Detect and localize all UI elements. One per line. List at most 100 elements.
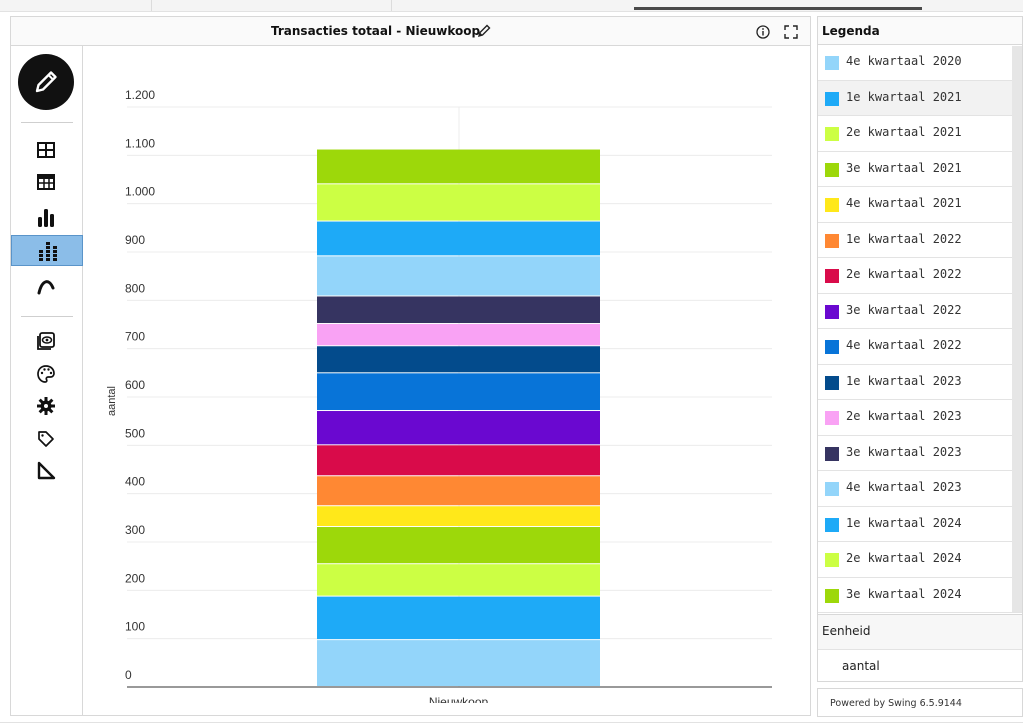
bar-segment: [317, 324, 600, 346]
horizontal-scrollbar[interactable]: [634, 7, 922, 10]
bar-segment: [317, 445, 600, 476]
legend-item[interactable]: 3e kwartaal 2022: [818, 294, 1022, 329]
y-tick-label: 700: [125, 330, 145, 344]
y-tick-label: 0: [125, 668, 132, 682]
legend-label: 1e kwartaal 2021: [846, 89, 962, 104]
legend-swatch: [825, 233, 839, 248]
legend-item[interactable]: 1e kwartaal 2024: [818, 507, 1022, 542]
y-tick-label: 800: [125, 281, 145, 295]
axis-button[interactable]: [11, 456, 83, 487]
legend-item[interactable]: 1e kwartaal 2023: [818, 365, 1022, 400]
bar-segment: [317, 296, 600, 324]
top-strip: [0, 0, 1023, 12]
legend-swatch: [825, 588, 839, 603]
legend-item[interactable]: 4e kwartaal 2023: [818, 471, 1022, 507]
bar-segment: [317, 564, 600, 596]
top-tab: [0, 0, 152, 11]
legend-item[interactable]: 2e kwartaal 2023: [818, 400, 1022, 436]
bar-chart-button[interactable]: [11, 201, 83, 232]
legend-item[interactable]: 3e kwartaal 2024: [818, 578, 1022, 613]
legend-item[interactable]: 3e kwartaal 2021: [818, 152, 1022, 187]
table-view-button[interactable]: [11, 135, 83, 166]
legend-swatch: [825, 198, 839, 212]
legend-label: 3e kwartaal 2024: [846, 586, 962, 601]
legend-swatch: [825, 127, 839, 141]
edit-button[interactable]: [18, 54, 74, 110]
y-tick-label: 900: [125, 233, 145, 247]
legend-scrollbar[interactable]: [1012, 46, 1022, 612]
palette-button[interactable]: [11, 359, 83, 390]
pivot-table-button[interactable]: [11, 167, 83, 198]
bar-chart-icon: [38, 209, 54, 227]
bar-segment: [317, 527, 600, 564]
y-tick-label: 600: [125, 378, 145, 392]
legend-label: 1e kwartaal 2023: [846, 373, 962, 388]
y-tick-label: 100: [125, 620, 145, 634]
powered-by-label: Powered by Swing 6.5.9144: [817, 688, 1023, 717]
legend-heading: Legenda: [818, 17, 1022, 45]
toolbar-divider: [21, 316, 73, 317]
table-icon: [37, 142, 55, 158]
toolbar-divider: [21, 122, 73, 123]
y-tick-label: 200: [125, 571, 145, 585]
y-tick-label: 1.000: [125, 185, 155, 199]
legend-label: 2e kwartaal 2023: [846, 409, 962, 423]
legend-item[interactable]: 4e kwartaal 2022: [818, 329, 1022, 365]
y-tick-label: 400: [125, 475, 145, 489]
legend-item[interactable]: 1e kwartaal 2021: [818, 80, 1022, 116]
bar-segment: [317, 411, 600, 445]
legend-label: 3e kwartaal 2023: [846, 444, 962, 459]
legend-swatch: [825, 446, 839, 461]
legend-swatch: [825, 340, 839, 354]
bar-segment: [317, 506, 600, 527]
stacked-bar-chart: 0 100 200 300 400 500 600 700 800 900 1.000 1.100 1.…: [106, 88, 772, 703]
fullscreen-icon[interactable]: [784, 24, 798, 39]
stacked-bar-chart-button[interactable]: [11, 235, 83, 266]
legend-item[interactable]: 2e kwartaal 2024: [818, 542, 1022, 578]
legend-item[interactable]: 4e kwartaal 2020: [818, 45, 1022, 81]
legend-item[interactable]: 4e kwartaal 2021: [818, 187, 1022, 223]
legend-panel: Legenda 4e kwartaal 2020 1e kwartaal 2021…: [817, 16, 1023, 682]
legend-label: 2e kwartaal 2024: [846, 551, 962, 565]
legend-swatch: [825, 304, 839, 319]
info-icon[interactable]: [756, 24, 770, 39]
pivot-table-icon: [37, 174, 55, 190]
legend-label: 4e kwartaal 2020: [846, 54, 962, 68]
bar-segment: [317, 149, 600, 184]
legend-item[interactable]: 2e kwartaal 2022: [818, 258, 1022, 294]
bar-segment: [317, 476, 600, 506]
legend-list: 4e kwartaal 2020 1e kwartaal 2021 2e kwart…: [818, 45, 1022, 613]
legend-item[interactable]: 3e kwartaal 2023: [818, 436, 1022, 471]
tag-button[interactable]: [11, 424, 83, 455]
legend-swatch: [825, 56, 839, 70]
view-icon: [37, 332, 55, 350]
x-category-label: Nieuwkoop: [429, 695, 489, 703]
legend-swatch: [825, 91, 839, 106]
legend-item[interactable]: 1e kwartaal 2022: [818, 223, 1022, 258]
bar-segment: [317, 221, 600, 256]
tag-icon: [38, 431, 54, 447]
chart-title: Transacties totaal - Nieuwkoop: [271, 24, 481, 38]
legend-label: 3e kwartaal 2021: [846, 160, 962, 175]
legend-label: 3e kwartaal 2022: [846, 302, 962, 317]
line-chart-button[interactable]: [11, 271, 83, 302]
settings-button[interactable]: [11, 391, 83, 422]
legend-swatch: [825, 553, 839, 567]
unit-value: aantal: [842, 659, 880, 673]
bar-segment: [317, 373, 600, 411]
bar-segment: [317, 184, 600, 221]
y-axis-label: aantal: [106, 386, 118, 416]
bar-segment: [317, 256, 600, 296]
legend-label: 2e kwartaal 2022: [846, 267, 962, 281]
legend-swatch: [825, 269, 839, 283]
legend-swatch: [825, 482, 839, 496]
bar-segment: [317, 346, 600, 373]
bar-segment: [317, 596, 600, 640]
legend-item[interactable]: 2e kwartaal 2021: [818, 116, 1022, 152]
legend-label: 2e kwartaal 2021: [846, 125, 962, 139]
legend-label: 1e kwartaal 2022: [846, 231, 962, 246]
y-tick-label: 1.100: [125, 136, 155, 150]
pencil-icon[interactable]: [476, 23, 492, 39]
legend-swatch: [825, 375, 839, 390]
view-button[interactable]: [11, 326, 83, 357]
